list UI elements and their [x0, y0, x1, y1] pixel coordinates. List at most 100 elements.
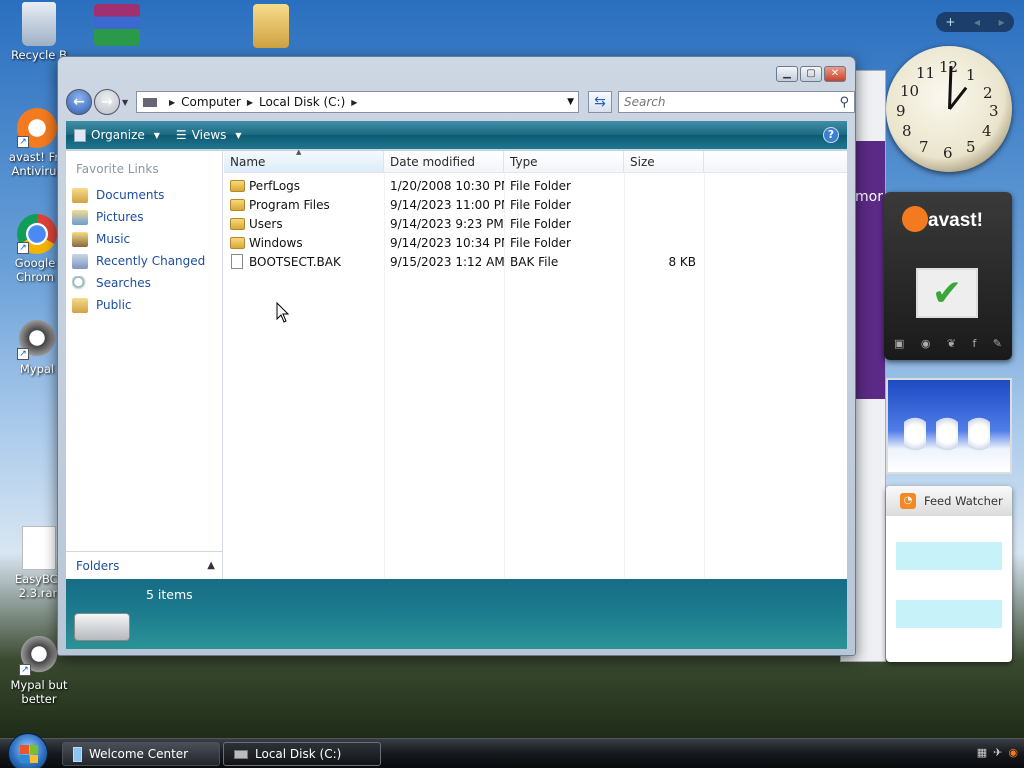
- search-placeholder: Search: [624, 95, 666, 109]
- favorite-link-recently-changed[interactable]: Recently Changed: [66, 250, 222, 272]
- desktop-icon-winrar[interactable]: [80, 4, 154, 48]
- chevron-right-icon[interactable]: ▶: [247, 98, 253, 107]
- explorer-window[interactable]: ▁ ▢ ✕ ← → ▼ ▶ Computer ▶ Local Disk (C:)…: [57, 56, 856, 656]
- window-icon[interactable]: ▣: [894, 337, 904, 350]
- taskbar-button-label: Welcome Center: [89, 747, 189, 761]
- folders-toggle[interactable]: Folders ▲: [66, 551, 223, 579]
- shortcut-arrow-icon: ↗: [19, 664, 31, 676]
- favorite-link-label: Pictures: [96, 210, 144, 224]
- file-name: Program Files: [249, 197, 330, 212]
- clock-number: 8: [902, 122, 912, 140]
- column-headers: ▲ Name Date modified Type Size: [224, 148, 847, 173]
- taskbar-button-welcome-center[interactable]: Welcome Center: [62, 742, 220, 766]
- start-button[interactable]: [8, 733, 48, 768]
- file-name: PerfLogs: [249, 178, 301, 193]
- column-divider: [704, 173, 705, 579]
- favorite-link-searches[interactable]: Searches: [66, 272, 222, 294]
- organize-label: Organize: [91, 128, 145, 142]
- address-bar[interactable]: ▶ Computer ▶ Local Disk (C:) ▶ ▼: [136, 91, 579, 113]
- file-type: File Folder: [510, 178, 571, 193]
- column-header-date-modified[interactable]: Date modified: [384, 151, 504, 172]
- organize-button[interactable]: Organize ▼: [66, 128, 168, 142]
- close-button[interactable]: ✕: [824, 66, 846, 82]
- settings-icon[interactable]: ◉: [921, 337, 931, 350]
- search-icon[interactable]: ⚲: [839, 95, 849, 110]
- address-dropdown-icon[interactable]: ▼: [567, 97, 574, 107]
- views-button[interactable]: ☰ Views ▼: [168, 128, 250, 142]
- column-divider: [384, 173, 385, 579]
- desktop-icon-recycle-bin[interactable]: Recycle B: [2, 2, 76, 62]
- volume-icon[interactable]: ✈: [993, 746, 1002, 759]
- facebook-icon[interactable]: f: [972, 337, 976, 350]
- folder-icon: [253, 4, 289, 48]
- feed-item[interactable]: [896, 542, 1002, 570]
- twitter-icon[interactable]: ❦: [947, 337, 956, 350]
- clock-number: 9: [896, 102, 906, 120]
- feed-item[interactable]: [896, 600, 1002, 628]
- folder-icon: [230, 179, 245, 192]
- mypal-icon: ↗: [19, 636, 59, 676]
- network-icon[interactable]: ▦: [977, 746, 987, 759]
- desktop-icon-label: Google Chrom: [14, 256, 56, 284]
- forward-button[interactable]: →: [94, 89, 120, 115]
- file-type: File Folder: [510, 216, 571, 231]
- chevron-right-icon[interactable]: ▶: [351, 98, 357, 107]
- refresh-button[interactable]: ⇆: [588, 91, 612, 113]
- feed-watcher-gadget[interactable]: ◔ Feed Watcher: [886, 486, 1012, 662]
- next-icon[interactable]: ▸: [999, 15, 1005, 29]
- avast-gadget[interactable]: avast! ✔ ▣ ◉ ❦ f ✎: [884, 192, 1012, 360]
- minimize-button[interactable]: ▁: [776, 66, 798, 82]
- recent-pages-dropdown[interactable]: ▼: [122, 98, 128, 107]
- favorite-link-documents[interactable]: Documents: [66, 184, 222, 206]
- column-header-name[interactable]: ▲ Name: [224, 148, 384, 172]
- breadcrumb-computer[interactable]: Computer: [181, 95, 241, 109]
- file-row-bootsect[interactable]: BOOTSECT.BAK 9/15/2023 1:12 AM BAK File …: [224, 252, 847, 271]
- file-row-perflogs[interactable]: PerfLogs 1/20/2008 10:30 PM File Folder: [224, 176, 847, 195]
- slideshow-gadget[interactable]: [886, 378, 1012, 474]
- check-icon[interactable]: ✔: [916, 268, 978, 318]
- file-icon: [231, 254, 243, 269]
- column-header-type[interactable]: Type: [504, 151, 624, 172]
- favorite-links-header: Favorite Links: [76, 162, 159, 176]
- feed-watcher-header: ◔ Feed Watcher: [886, 486, 1012, 516]
- window-controls: ▁ ▢ ✕: [776, 66, 846, 82]
- views-icon: ☰: [175, 128, 187, 142]
- maximize-button[interactable]: ▢: [800, 66, 822, 82]
- add-gadget-icon[interactable]: +: [945, 15, 955, 29]
- pictures-icon: [72, 209, 88, 225]
- column-header-label: Type: [510, 155, 538, 169]
- documents-icon: [72, 187, 88, 203]
- search-input[interactable]: Search ⚲: [618, 91, 855, 113]
- taskbar-button-local-disk[interactable]: Local Disk (C:): [223, 742, 381, 766]
- back-button[interactable]: ←: [66, 89, 92, 115]
- favorite-link-public[interactable]: Public: [66, 294, 222, 316]
- navigation-bar: ← → ▼ ▶ Computer ▶ Local Disk (C:) ▶ ▼ ⇆…: [66, 88, 855, 116]
- file-row-users[interactable]: Users 9/14/2023 9:23 PM File Folder: [224, 214, 847, 233]
- avast-tray-icon[interactable]: ◉: [1008, 746, 1018, 759]
- previous-icon[interactable]: ◂: [974, 15, 980, 29]
- chevron-down-icon: ▼: [153, 130, 160, 140]
- chevron-up-icon: ▲: [207, 560, 215, 571]
- searches-icon: [72, 275, 88, 291]
- file-name: Windows: [249, 235, 303, 250]
- help-button[interactable]: ?: [823, 127, 839, 143]
- clock-gadget[interactable]: 12 1 2 3 4 5 6 7 8 9 10 11: [886, 46, 1012, 172]
- file-type: File Folder: [510, 235, 571, 250]
- folder-icon: [230, 217, 245, 230]
- chevron-right-icon[interactable]: ▶: [169, 98, 175, 107]
- file-row-program-files[interactable]: Program Files 9/14/2023 11:00 PM File Fo…: [224, 195, 847, 214]
- favorite-link-music[interactable]: Music: [66, 228, 222, 250]
- file-name: Users: [249, 216, 283, 231]
- desktop-icon-folder[interactable]: [234, 4, 308, 50]
- breadcrumb-local-disk[interactable]: Local Disk (C:): [259, 95, 345, 109]
- file-type: BAK File: [510, 254, 559, 269]
- welcome-center-icon: [73, 746, 82, 762]
- column-header-size[interactable]: Size: [624, 151, 704, 172]
- blog-icon[interactable]: ✎: [993, 337, 1002, 350]
- favorite-link-pictures[interactable]: Pictures: [66, 206, 222, 228]
- file-row-windows[interactable]: Windows 9/14/2023 10:34 PM File Folder: [224, 233, 847, 252]
- avast-social-icons[interactable]: ▣ ◉ ❦ f ✎: [894, 337, 1002, 350]
- favorite-link-label: Documents: [96, 188, 165, 202]
- windows-logo-icon: [20, 745, 38, 763]
- sidebar-controls[interactable]: + ◂ ▸: [936, 12, 1014, 32]
